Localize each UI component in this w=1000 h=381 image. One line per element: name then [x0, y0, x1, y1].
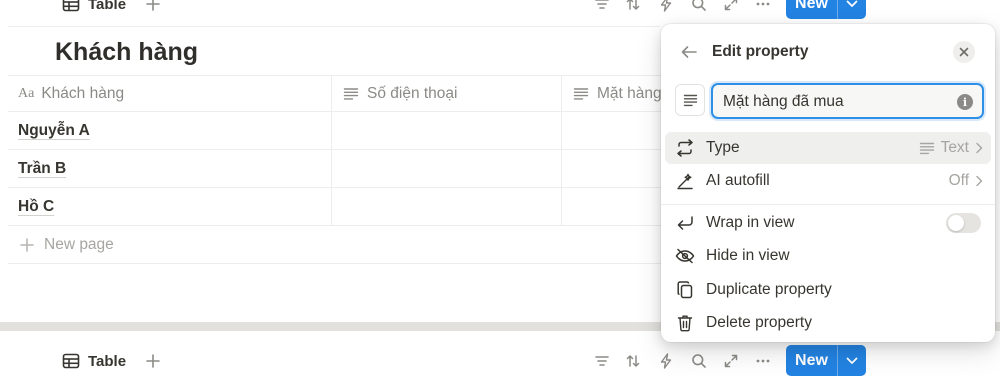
expand-icon[interactable]	[722, 352, 740, 370]
column-header-phone[interactable]: Số điện thoại	[331, 76, 561, 111]
automation-icon[interactable]	[657, 352, 675, 370]
add-view-icon[interactable]	[144, 0, 162, 13]
ai-autofill-label: AI autofill	[706, 172, 770, 189]
text-property-icon	[573, 87, 589, 101]
hide-label: Hide in view	[706, 247, 790, 264]
new-button-label: New	[795, 351, 828, 369]
property-name-input[interactable]: Mặt hàng đã mua i	[711, 83, 984, 119]
duplicate-label: Duplicate property	[706, 281, 832, 298]
sort-icon[interactable]	[624, 352, 642, 370]
new-page-label: New page	[44, 235, 114, 253]
bottom-view-toolbar: Table New	[0, 344, 1000, 378]
view-tab-table[interactable]: Table	[62, 350, 126, 372]
phone-cell[interactable]	[331, 188, 561, 225]
wrap-icon	[674, 212, 696, 234]
column-header-name[interactable]: Aa Khách hàng	[8, 76, 331, 111]
text-type-icon[interactable]	[675, 84, 705, 116]
text-property-icon	[343, 87, 359, 101]
row-name[interactable]: Hồ C	[18, 198, 54, 216]
view-tab-label: Table	[88, 352, 127, 370]
table-header-row: Aa Khách hàng Số điện thoại Mặt hàng	[8, 75, 668, 112]
menu-divider	[661, 204, 995, 205]
phone-cell[interactable]	[331, 150, 561, 187]
hide-in-view-menu-item[interactable]: Hide in view	[665, 240, 991, 272]
chevron-right-icon	[975, 175, 983, 187]
duplicate-property-menu-item[interactable]: Duplicate property	[665, 274, 991, 306]
delete-label: Delete property	[706, 314, 812, 331]
back-arrow-icon[interactable]	[679, 43, 699, 61]
filter-icon[interactable]	[593, 352, 611, 370]
column-header-label: Mặt hàng	[597, 84, 662, 102]
name-cell[interactable]: Trần B	[8, 150, 331, 187]
new-page-button[interactable]: New page	[8, 226, 668, 264]
swap-icon	[674, 137, 696, 159]
chevron-down-icon[interactable]	[838, 0, 866, 19]
ai-pen-icon	[674, 170, 696, 192]
chevron-down-icon[interactable]	[838, 345, 866, 376]
table-row[interactable]: Nguyễn A	[8, 112, 668, 150]
column-header-label: Số điện thoại	[367, 84, 458, 102]
view-tab-table[interactable]: Table	[62, 0, 126, 15]
chevron-right-icon	[975, 142, 983, 154]
info-icon[interactable]: i	[957, 94, 973, 110]
new-button-label: New	[795, 0, 828, 12]
row-name[interactable]: Nguyễn A	[18, 122, 90, 140]
search-icon[interactable]	[690, 0, 708, 13]
view-tab-label: Table	[88, 0, 127, 13]
filter-icon[interactable]	[593, 0, 611, 13]
database-title[interactable]: Khách hàng	[55, 38, 198, 67]
sort-icon[interactable]	[624, 0, 642, 13]
expand-icon[interactable]	[722, 0, 740, 13]
eye-off-icon	[674, 245, 696, 267]
close-icon[interactable]	[953, 41, 975, 63]
search-icon[interactable]	[690, 352, 708, 370]
popup-title: Edit property	[712, 43, 809, 60]
plus-icon	[20, 237, 34, 252]
new-button[interactable]: New	[786, 345, 866, 376]
wrap-in-view-menu-item[interactable]: Wrap in view	[665, 207, 991, 239]
text-type-icon	[919, 142, 935, 155]
add-view-icon[interactable]	[144, 352, 162, 370]
more-icon[interactable]	[754, 352, 772, 370]
row-name[interactable]: Trần B	[18, 160, 66, 178]
toolbar-divider	[8, 26, 660, 27]
automation-icon[interactable]	[657, 0, 675, 13]
trash-icon	[674, 312, 696, 334]
name-cell[interactable]: Hồ C	[8, 188, 331, 225]
table-row[interactable]: Trần B	[8, 150, 668, 188]
table-row[interactable]: Hồ C	[8, 188, 668, 226]
name-cell[interactable]: Nguyễn A	[8, 112, 331, 149]
property-name-value: Mặt hàng đã mua	[723, 93, 844, 110]
wrap-label: Wrap in view	[706, 214, 795, 231]
title-property-icon: Aa	[18, 85, 35, 101]
type-label: Type	[706, 139, 740, 156]
ai-autofill-menu-item[interactable]: AI autofill Off	[665, 165, 991, 197]
phone-cell[interactable]	[331, 112, 561, 149]
delete-property-menu-item[interactable]: Delete property	[665, 307, 991, 339]
property-name-row: Mặt hàng đã mua i	[675, 83, 985, 119]
table-icon	[62, 353, 80, 369]
type-value: Text	[940, 139, 969, 156]
column-header-label: Khách hàng	[41, 84, 125, 102]
new-button[interactable]: New	[786, 0, 866, 19]
database-table: Aa Khách hàng Số điện thoại Mặt hàng Ngu…	[8, 75, 668, 264]
type-menu-item[interactable]: Type Text	[665, 132, 991, 164]
duplicate-icon	[674, 279, 696, 301]
wrap-toggle[interactable]	[946, 213, 981, 233]
more-icon[interactable]	[754, 0, 772, 13]
top-view-toolbar: Table New	[0, 0, 1000, 21]
popup-header: Edit property	[661, 38, 995, 66]
table-icon	[62, 0, 80, 12]
ai-autofill-value: Off	[948, 172, 969, 189]
edit-property-popup: Edit property Mặt hàng đã mua i Type Tex…	[661, 24, 995, 342]
